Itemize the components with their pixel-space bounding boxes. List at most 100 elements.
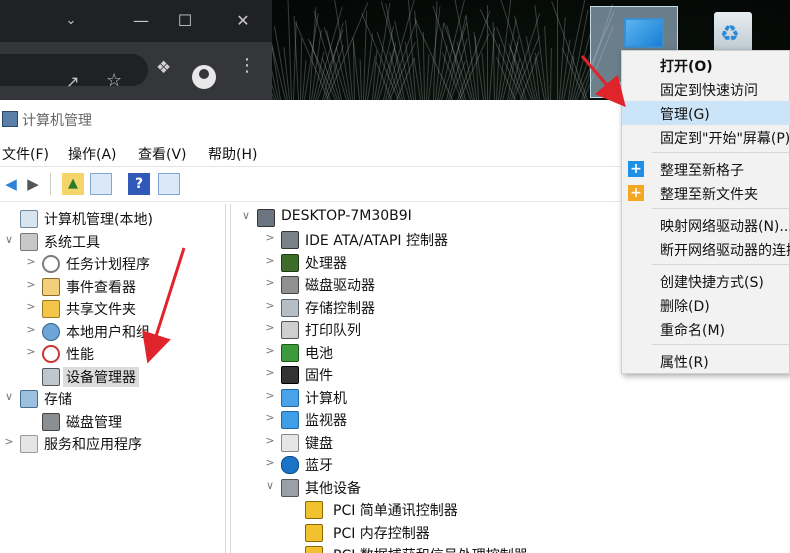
computer-icon [257,209,275,227]
menu-help[interactable]: 帮助(H) [208,144,257,164]
menu-action[interactable]: 操作(A) [68,144,117,164]
expander-icon[interactable]: ∨ [2,233,16,246]
context-menu-item[interactable]: 打开(O) [622,53,790,77]
minimize-icon[interactable]: — [128,8,154,34]
expander-icon[interactable]: > [263,344,277,357]
back-arrow-icon[interactable]: ◀ [0,173,22,195]
toolbar-divider [50,173,51,195]
expander-icon[interactable]: ∨ [263,479,277,492]
forward-arrow-icon[interactable]: ▶ [22,173,44,195]
tree-item[interactable]: > 共享文件夹 [24,298,225,320]
share-icon [42,300,60,318]
context-menu-item[interactable]: 删除(D) [622,293,790,317]
tree-item[interactable]: > 性能 [24,343,225,365]
expander-icon[interactable]: > [263,276,277,289]
expander-icon[interactable]: > [263,366,277,379]
tree-item[interactable]: > 服务和应用程序 [2,433,222,455]
device-category-label: 键盘 [305,435,333,452]
device-category-label: 其他设备 [305,480,361,497]
context-menu-item[interactable]: 断开网络驱动器的连接 [622,237,790,261]
device-category-label: 电池 [305,345,333,362]
tree-item[interactable]: > 事件查看器 [24,276,225,298]
context-menu-label: 固定到快速访问 [660,83,758,99]
expander-icon[interactable]: > [24,278,38,291]
context-menu-item[interactable]: 创建快捷方式(S) [622,269,790,293]
expander-icon[interactable]: > [24,255,38,268]
menu-view[interactable]: 查看(V) [138,144,187,164]
computer-icon [20,210,38,228]
tree-item[interactable]: > 本地用户和组 [24,321,225,343]
help-icon[interactable]: ? [128,173,150,195]
avatar-icon[interactable] [192,65,216,89]
unknown-device[interactable]: PCI 简单通讯控制器 [287,499,787,521]
expander-icon[interactable]: > [24,323,38,336]
context-menu-item[interactable]: 管理(G) [622,101,790,125]
expander-icon[interactable]: ∨ [239,209,253,222]
tree-item[interactable]: 磁盘管理 [24,411,225,433]
unknown-device[interactable]: PCI 数据捕获和信号处理控制器 [287,544,787,553]
device-category[interactable]: ∨ 其他设备 [263,477,763,499]
cpu-icon [281,253,299,272]
close-icon[interactable]: ✕ [230,8,256,34]
tree-item[interactable]: 设备管理器 [24,366,225,388]
address-bar[interactable]: ↗ ☆ [0,54,148,91]
context-menu-item[interactable]: 映射网络驱动器(N)... [622,213,790,237]
puzzle-icon[interactable]: ❖ [156,58,171,78]
tree-item-label: 磁盘管理 [66,414,122,431]
window-title: 计算机管理 [22,113,92,129]
expander-icon[interactable]: ∨ [2,390,16,403]
grass-strand [550,47,552,101]
clock-icon [42,255,60,273]
context-menu-item[interactable]: + 整理至新文件夹 [622,181,790,205]
expander-icon[interactable]: > [263,254,277,267]
device-category-label: 处理器 [305,255,347,272]
tree-item[interactable]: > 任务计划程序 [24,253,225,275]
tree-item-label: 系统工具 [44,234,100,251]
device-category[interactable]: > 键盘 [263,432,763,454]
expander-icon[interactable]: > [263,411,277,424]
device-category[interactable]: > 监视器 [263,409,763,431]
more-vert-icon[interactable]: ⋮ [238,55,256,76]
device-category-label: 固件 [305,368,333,384]
unknown-device[interactable]: PCI 内存控制器 [287,522,787,544]
warning-icon [305,546,323,553]
expander-icon[interactable]: > [24,345,38,358]
firmware-icon [281,366,299,384]
context-menu-label: 打开(O) [660,59,713,75]
expander-icon[interactable]: > [2,435,16,448]
menu-file[interactable]: 文件(F) [2,144,49,164]
context-menu-item[interactable]: 重命名(M) [622,317,790,341]
expander-icon[interactable]: > [24,300,38,313]
printq-icon [281,321,299,339]
expander-icon[interactable]: > [263,389,277,402]
menu-separator [652,208,790,209]
expander-icon[interactable]: > [263,321,277,334]
expander-icon[interactable]: > [263,456,277,469]
device-category[interactable]: > 蓝牙 [263,454,763,476]
context-menu-item[interactable]: 固定到快速访问 [622,77,790,101]
expander-icon[interactable]: > [263,231,277,244]
context-menu-label: 整理至新文件夹 [660,187,758,203]
star-icon[interactable]: ☆ [106,70,122,91]
chevron-down-icon[interactable]: ⌄ [58,8,84,34]
device-category[interactable]: > 计算机 [263,387,763,409]
disk-icon [42,412,60,431]
event-icon [42,277,60,296]
expander-icon[interactable]: > [263,434,277,447]
browser-window: ⌄ — ☐ ✕ ↗ ☆ ❖ ⋮ [0,0,272,100]
properties-icon[interactable] [158,173,180,195]
tree-item[interactable]: ∨ 存储 [2,388,222,410]
context-menu-item[interactable]: 属性(R) [622,349,790,373]
show-hide-tree-icon[interactable] [90,173,112,195]
context-menu-item[interactable]: + 整理至新格子 [622,157,790,181]
grass-strand [487,5,488,100]
tree-item[interactable]: ∨ 系统工具 [2,231,222,253]
bt-icon [281,456,299,474]
expander-icon[interactable]: > [263,299,277,312]
share-icon[interactable]: ↗ [66,72,79,91]
tree-item[interactable]: 计算机管理(本地) [2,208,222,230]
battery-icon [281,343,299,362]
maximize-icon[interactable]: ☐ [172,8,198,34]
context-menu-item[interactable]: 固定到"开始"屏幕(P) [622,125,790,149]
up-level-icon[interactable]: ▲ [62,173,84,195]
